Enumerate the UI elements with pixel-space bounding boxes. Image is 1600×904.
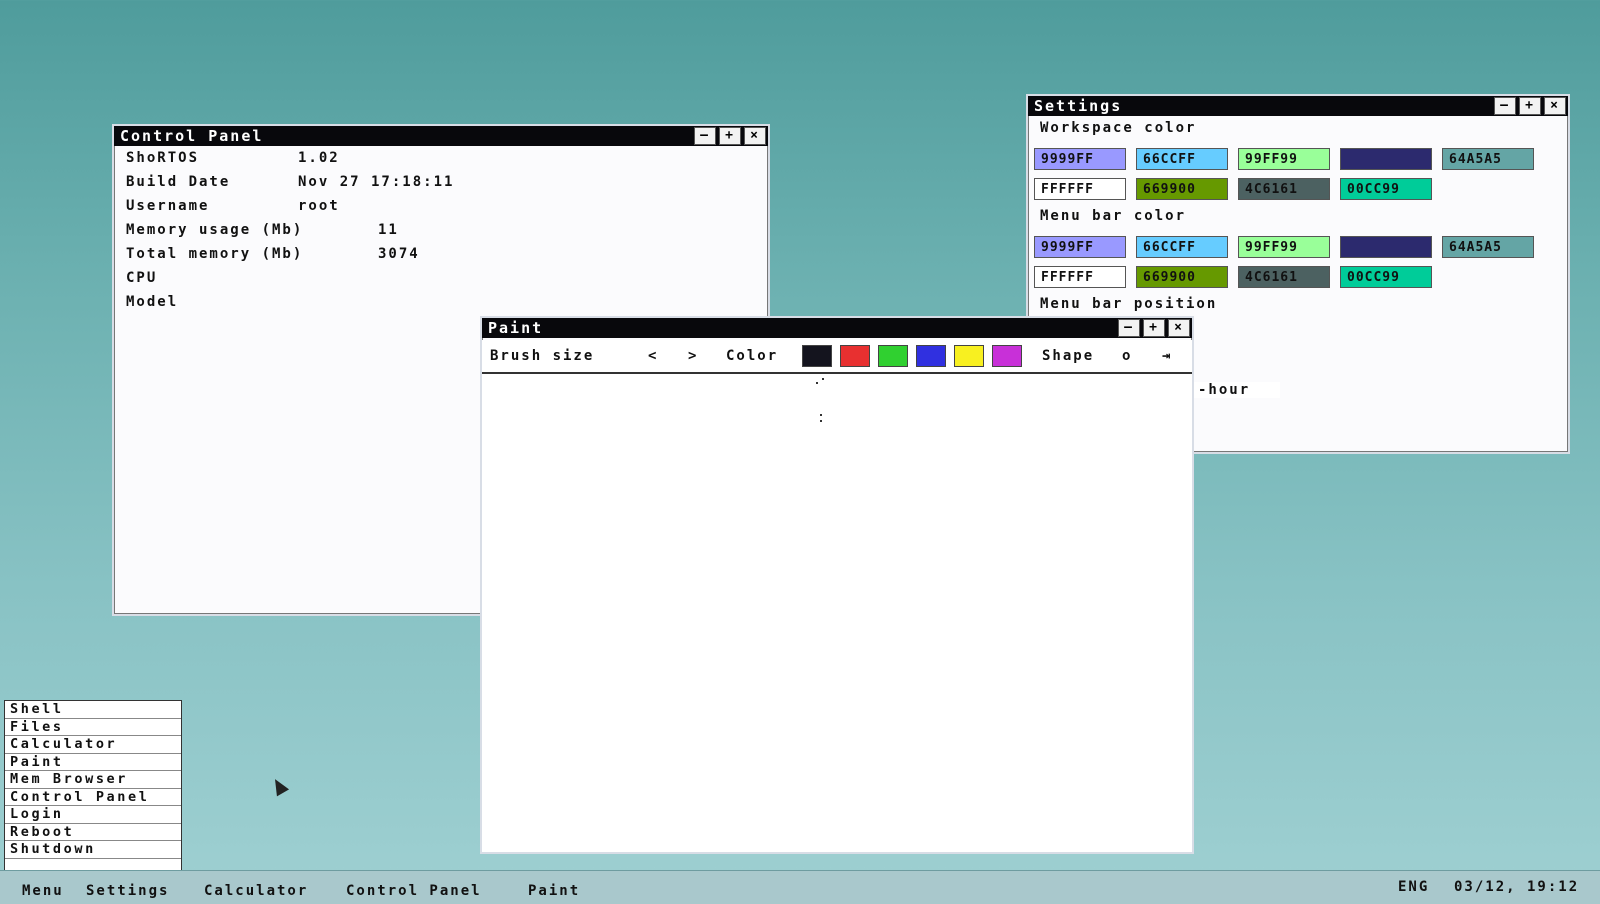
close-button[interactable]: × xyxy=(744,127,766,145)
workspace-swatch[interactable]: FFFFFF xyxy=(1034,178,1126,200)
menu-item-shutdown[interactable]: Shutdown xyxy=(5,841,181,859)
color-swatch-yellow[interactable] xyxy=(954,345,984,367)
info-label: ShoRTOS xyxy=(126,150,200,166)
color-swatch-blue[interactable] xyxy=(916,345,946,367)
workspace-swatch[interactable]: 64A5A5 xyxy=(1442,148,1534,170)
brush-smaller-button[interactable]: < xyxy=(648,348,658,364)
info-value: 11 xyxy=(378,222,399,238)
workspace-color-label: Workspace color xyxy=(1040,120,1197,136)
info-label: Build Date xyxy=(126,174,231,190)
info-label: Username xyxy=(126,198,210,214)
close-button[interactable]: × xyxy=(1544,97,1566,115)
color-label: Color xyxy=(726,348,779,364)
menu-item-calculator[interactable]: Calculator xyxy=(5,736,181,754)
menubar-swatch[interactable]: 66CCFF xyxy=(1136,236,1228,258)
info-row-model: Model xyxy=(126,294,178,310)
paint-toolbar: Brush size < > Color Shape o ⇥ xyxy=(482,340,1192,374)
close-button[interactable]: × xyxy=(1168,319,1190,337)
minimize-button[interactable]: – xyxy=(1118,319,1140,337)
info-row-memory-usage: Memory usage (Mb) 11 xyxy=(126,222,397,238)
info-value: 1.02 xyxy=(298,150,340,166)
info-label: Model xyxy=(126,294,179,310)
shape-next-icon[interactable]: ⇥ xyxy=(1162,348,1172,364)
menubar-position-label: Menu bar position xyxy=(1040,296,1218,312)
shape-label: Shape xyxy=(1042,348,1095,364)
menubar-swatch[interactable]: 64A5A5 xyxy=(1442,236,1534,258)
menu-item-mem-browser[interactable]: Mem Browser xyxy=(5,771,181,789)
menubar-swatch[interactable]: 4C6161 xyxy=(1238,266,1330,288)
keyboard-layout-indicator[interactable]: ENG xyxy=(1398,879,1429,895)
taskbar-item-calculator[interactable]: Calculator xyxy=(204,883,308,899)
menu-item-paint[interactable]: Paint xyxy=(5,754,181,771)
info-row-version: ShoRTOS 1.02 xyxy=(126,150,338,166)
paint-titlebar[interactable]: Paint – + × xyxy=(482,318,1192,338)
menu-item-reboot[interactable]: Reboot xyxy=(5,824,181,841)
color-swatch-purple[interactable] xyxy=(992,345,1022,367)
menu-item-control-panel[interactable]: Control Panel xyxy=(5,789,181,806)
info-value: Nov 27 17:18:11 xyxy=(298,174,455,190)
color-swatch-red[interactable] xyxy=(840,345,870,367)
window-title: Control Panel xyxy=(120,127,264,145)
menubar-swatch[interactable]: FFFFFF xyxy=(1034,266,1126,288)
color-swatch-black[interactable] xyxy=(802,345,832,367)
info-row-username: Username root xyxy=(126,198,338,214)
settings-titlebar[interactable]: Settings – + × xyxy=(1028,96,1568,116)
menu-item-files[interactable]: Files xyxy=(5,719,181,736)
workspace-swatch[interactable]: 4C6161 xyxy=(1238,178,1330,200)
menubar-swatch[interactable]: 9999FF xyxy=(1034,236,1126,258)
menu-item-shell[interactable]: Shell xyxy=(5,701,181,719)
menubar-color-label: Menu bar color xyxy=(1040,208,1187,224)
menubar-swatch[interactable]: 669900 xyxy=(1136,266,1228,288)
taskbar-item-control-panel[interactable]: Control Panel xyxy=(346,883,482,899)
maximize-button[interactable]: + xyxy=(719,127,741,145)
paint-stroke xyxy=(820,414,822,416)
taskbar-item-paint[interactable]: Paint xyxy=(528,883,580,899)
taskbar-menu-button[interactable]: Menu xyxy=(22,883,64,899)
workspace-swatch[interactable] xyxy=(1340,148,1432,170)
info-value: 3074 xyxy=(378,246,420,262)
start-menu: Shell Files Calculator Paint Mem Browser… xyxy=(4,700,182,876)
control-panel-titlebar[interactable]: Control Panel – + × xyxy=(114,126,768,146)
maximize-button[interactable]: + xyxy=(1519,97,1541,115)
menubar-swatch[interactable]: 99FF99 xyxy=(1238,236,1330,258)
info-label: CPU xyxy=(126,270,158,286)
info-row-build-date: Build Date Nov 27 17:18:11 xyxy=(126,174,452,190)
minimize-button[interactable]: – xyxy=(694,127,716,145)
workspace-swatch[interactable]: 66CCFF xyxy=(1136,148,1228,170)
paint-window: Paint – + × Brush size < > Color Shape o… xyxy=(480,316,1194,854)
workspace-swatch[interactable]: 669900 xyxy=(1136,178,1228,200)
paint-stroke xyxy=(822,378,824,380)
info-label: Total memory (Mb) xyxy=(126,246,304,262)
menubar-swatch[interactable] xyxy=(1340,236,1432,258)
taskbar-item-settings[interactable]: Settings xyxy=(86,883,169,899)
window-title: Settings xyxy=(1034,97,1123,115)
clock: 03/12, 19:12 xyxy=(1454,879,1580,895)
info-row-cpu: CPU xyxy=(126,270,157,286)
shape-value[interactable]: o xyxy=(1122,348,1132,364)
window-title: Paint xyxy=(488,319,544,337)
paint-stroke xyxy=(820,420,822,422)
info-label: Memory usage (Mb) xyxy=(126,222,304,238)
paint-stroke xyxy=(816,382,818,384)
paint-canvas[interactable] xyxy=(482,374,1192,852)
info-row-total-memory: Total memory (Mb) 3074 xyxy=(126,246,418,262)
menu-item-login[interactable]: Login xyxy=(5,806,181,824)
menubar-swatch[interactable]: 00CC99 xyxy=(1340,266,1432,288)
brush-size-label: Brush size xyxy=(490,348,595,364)
brush-larger-button[interactable]: > xyxy=(688,348,698,364)
workspace-swatch[interactable]: 00CC99 xyxy=(1340,178,1432,200)
info-value: root xyxy=(298,198,340,214)
mouse-pointer-icon xyxy=(268,775,290,797)
workspace-swatch[interactable]: 9999FF xyxy=(1034,148,1126,170)
minimize-button[interactable]: – xyxy=(1494,97,1516,115)
maximize-button[interactable]: + xyxy=(1143,319,1165,337)
color-swatch-green[interactable] xyxy=(878,345,908,367)
workspace-swatch[interactable]: 99FF99 xyxy=(1238,148,1330,170)
taskbar: Menu Settings Calculator Control Panel P… xyxy=(0,870,1600,904)
hour-format-option[interactable]: -hour xyxy=(1194,382,1281,398)
